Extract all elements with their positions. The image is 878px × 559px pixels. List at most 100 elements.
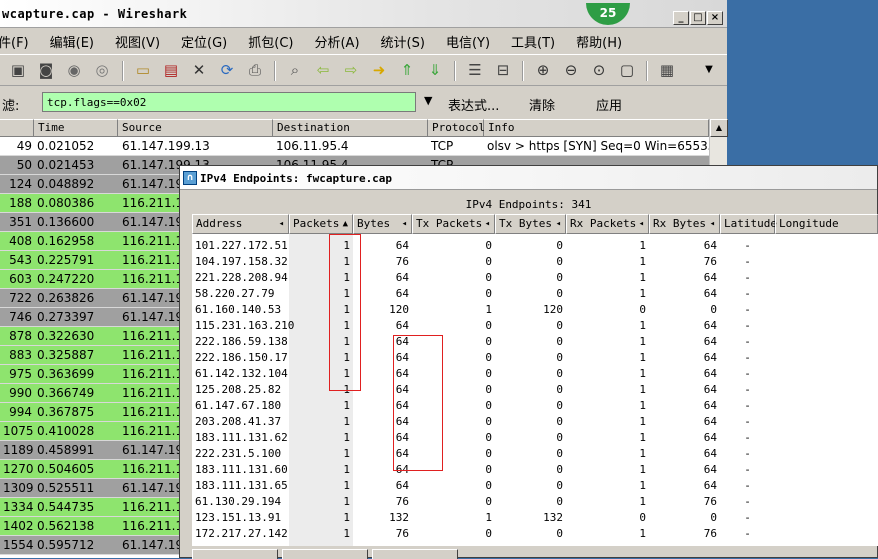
table-row[interactable]: 183.111.131.65 1 64 0 0 1 64 -	[192, 478, 878, 494]
column-header-time[interactable]: Time	[34, 119, 118, 137]
menu-go[interactable]: 定位(G)	[181, 32, 235, 51]
table-row[interactable]: 203.208.41.37 1 64 0 0 1 64-	[192, 414, 878, 430]
close-button[interactable]: ×	[707, 11, 723, 25]
autoscroll-icon[interactable]: ⊟	[493, 60, 513, 80]
column-header-rx-packets[interactable]: Rx Packets ◂	[566, 214, 649, 234]
open-icon[interactable]: ▭	[133, 60, 153, 80]
cell-packets: 1	[343, 431, 350, 444]
close-file-icon[interactable]: ✕	[189, 60, 209, 80]
find-icon[interactable]: ⌕	[285, 60, 305, 80]
column-header-no[interactable]	[0, 119, 34, 137]
scroll-up-icon[interactable]: ▲	[710, 119, 728, 137]
table-row[interactable]: 222.186.59.138 1 64 0 0 1 64-	[192, 334, 878, 350]
endpoints-table-header: Address ◂ Packets ▲ Bytes ◂ Tx Packets ◂ Tx …	[192, 214, 878, 234]
column-header-tx-packets[interactable]: Tx Packets ◂	[412, 214, 495, 234]
options-icon[interactable]: ◙	[36, 60, 56, 80]
endpoints-table-body[interactable]: 101.227.172.51 1 64 0 0 1 64 - 104.197.158.32 1 76…	[192, 234, 878, 546]
column-header-latitude[interactable]: Latitude	[720, 214, 777, 234]
cell-address: 172.217.27.142	[195, 527, 288, 540]
apply-button[interactable]: 应用	[596, 95, 622, 114]
cell-no: 49	[16, 139, 32, 153]
column-header-info[interactable]: Info	[484, 119, 709, 137]
expression-button[interactable]: 表达式...	[448, 95, 499, 114]
capture-filters-icon[interactable]: ▦	[657, 60, 677, 80]
menu-help[interactable]: 帮助(H)	[576, 32, 630, 51]
menu-capture[interactable]: 抓包(C)	[248, 32, 301, 51]
table-row[interactable]: 61.142.132.104 1 64 0 0 1 64-	[192, 366, 878, 382]
forward-icon[interactable]: ⇨	[341, 60, 361, 80]
dialog-title-bar[interactable]: ∩ IPv4 Endpoints: fwcapture.cap	[180, 166, 877, 190]
column-header-source[interactable]: Source	[118, 119, 273, 137]
notification-badge[interactable]: 25	[586, 3, 630, 25]
table-row[interactable]: 49 0.021052 61.147.199.13 106.11.95.4 TCP ols…	[0, 137, 709, 156]
title-bar[interactable]: wcapture.cap - Wireshark 25 _ □ ×	[0, 0, 727, 28]
column-header-rx-bytes[interactable]: Rx Bytes ◂	[649, 214, 720, 234]
cell-time: 0.363699	[37, 367, 95, 381]
cell-bytes: 120	[389, 303, 409, 316]
start-icon[interactable]: ◉	[64, 60, 84, 80]
cell-longitude	[775, 430, 878, 446]
cell-latitude: -	[744, 271, 751, 284]
table-row[interactable]: 58.220.27.79 1 64 0 0 1 64-	[192, 286, 878, 302]
table-row[interactable]: 101.227.172.51 1 64 0 0 1 64-	[192, 238, 878, 254]
column-header-bytes[interactable]: Bytes ◂	[353, 214, 412, 234]
menu-analyze[interactable]: 分析(A)	[314, 32, 367, 51]
resize-columns-icon[interactable]: ▢	[617, 60, 637, 80]
table-row[interactable]: 61.130.29.194 1 76 0 0 1 76 -	[192, 494, 878, 510]
cell-address: 104.197.158.32	[195, 255, 288, 268]
print-icon[interactable]: ⎙	[245, 60, 265, 80]
menu-statistics[interactable]: 统计(S)	[381, 32, 433, 51]
menu-tools[interactable]: 工具(T)	[511, 32, 563, 51]
cell-no: 124	[9, 177, 32, 191]
clear-button[interactable]: 清除	[529, 95, 555, 114]
table-row[interactable]: 183.111.131.62 1 64 0 0 1 64-	[192, 430, 878, 446]
table-row[interactable]: 61.160.140.53 1 120 1 120 0 0-	[192, 302, 878, 318]
first-packet-icon[interactable]: ⇑	[397, 60, 417, 80]
menu-telephony[interactable]: 电信(Y)	[446, 32, 498, 51]
interfaces-icon[interactable]: ▣	[8, 60, 28, 80]
minimize-button[interactable]: _	[673, 11, 689, 25]
cell-bytes: 76	[395, 527, 409, 540]
column-header-tx-bytes[interactable]: Tx Bytes ◂	[495, 214, 566, 234]
zoom-out-icon[interactable]: ⊖	[561, 60, 581, 80]
column-header-destination[interactable]: Destination	[273, 119, 428, 137]
column-header-longitude[interactable]: Longitude	[775, 214, 878, 234]
maximize-button[interactable]: □	[690, 11, 706, 25]
back-icon[interactable]: ⇦	[313, 60, 333, 80]
last-packet-icon[interactable]: ⇓	[425, 60, 445, 80]
cell-no: 722	[9, 291, 32, 305]
column-header-address[interactable]: Address ◂	[192, 214, 289, 234]
cell-address: 61.147.67.180	[195, 399, 282, 412]
stop-icon[interactable]: ◎	[92, 60, 112, 80]
goto-icon[interactable]: ➜	[369, 60, 389, 80]
save-icon[interactable]: ▤	[161, 60, 181, 80]
table-row[interactable]: 61.147.67.180 1 64 0 0 1 64-	[192, 398, 878, 414]
zoom-in-icon[interactable]: ⊕	[533, 60, 553, 80]
toolbar-separator	[274, 61, 276, 81]
cell-rx-bytes: 76	[703, 495, 717, 508]
menu-file[interactable]: 件(F)	[0, 32, 37, 51]
menu-view[interactable]: 视图(V)	[115, 32, 168, 51]
table-row[interactable]: 123.151.13.91 1 132 1 132 0 0 -	[192, 510, 878, 526]
reload-icon[interactable]: ⟳	[217, 60, 237, 80]
cell-longitude	[775, 270, 878, 286]
cell-rx-bytes: 64	[703, 271, 717, 284]
table-row[interactable]: 221.228.208.94 1 64 0 0 1 64-	[192, 270, 878, 286]
display-filter-input[interactable]: tcp.flags==0x02	[42, 92, 416, 112]
table-row[interactable]: 125.208.25.82 1 64 0 0 1 64-	[192, 382, 878, 398]
column-header-packets[interactable]: Packets ▲	[289, 214, 353, 234]
table-row[interactable]: 222.231.5.100 1 64 0 0 1 64-	[192, 446, 878, 462]
menu-edit[interactable]: 编辑(E)	[50, 32, 102, 51]
colorize-icon[interactable]: ☰	[465, 60, 485, 80]
filter-dropdown-icon[interactable]: ▼	[424, 94, 432, 107]
table-row[interactable]: 104.197.158.32 1 76 0 0 1 76-	[192, 254, 878, 270]
table-row[interactable]: 183.111.131.60 1 64 0 0 1 64-	[192, 462, 878, 478]
toolbar-separator	[454, 61, 456, 81]
column-header-protocol[interactable]: Protocol	[428, 119, 485, 137]
zoom-normal-icon[interactable]: ⊙	[589, 60, 609, 80]
table-row[interactable]: 115.231.163.210 1 64 0 0 1 64-	[192, 318, 878, 334]
more-icon[interactable]: ▼	[699, 60, 719, 80]
table-row[interactable]: 222.186.150.17 1 64 0 0 1 64-	[192, 350, 878, 366]
table-row[interactable]: 172.217.27.142 1 76 0 0 1 76 -	[192, 526, 878, 542]
cell-longitude	[775, 462, 878, 478]
